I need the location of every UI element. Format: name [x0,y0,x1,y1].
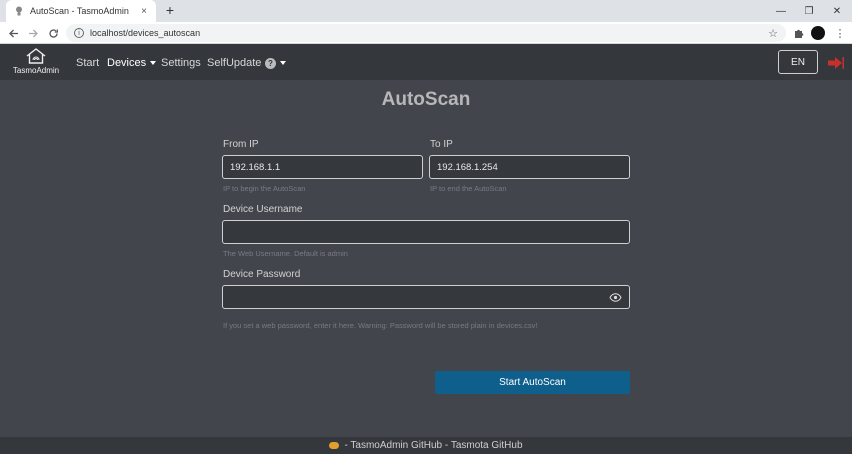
language-button[interactable]: EN [778,50,818,74]
new-tab-button[interactable]: + [162,2,178,20]
to-ip-hint: IP to end the AutoScan [430,184,507,193]
password-label: Device Password [223,269,301,280]
bookmark-star-icon[interactable]: ☆ [764,24,782,42]
url-text: localhost/devices_autoscan [90,28,201,38]
extensions-puzzle-icon[interactable] [789,24,807,42]
to-ip-label: To IP [430,139,453,150]
caret-down-icon [150,61,157,66]
browser-toolbar: i localhost/devices_autoscan ☆ ⋮ [0,22,852,44]
nav-devices-label: Devices [107,57,147,69]
reload-icon[interactable] [44,24,62,42]
username-input[interactable] [222,220,630,244]
site-info-icon[interactable]: i [74,28,84,38]
logout-icon[interactable] [828,56,844,69]
page-title: AutoScan [381,89,471,110]
to-ip-input[interactable]: 192.168.1.254 [429,155,630,179]
help-question-icon: ? [265,57,276,69]
nav-devices-dropdown[interactable]: Devices [107,57,157,69]
home-logo-icon [26,48,46,64]
browser-tab-title: AutoScan - TasmoAdmin [30,6,129,16]
nav-start[interactable]: Start [76,57,99,69]
browser-tab-bar: AutoScan - TasmoAdmin × + — ❐ ✕ [0,0,852,22]
window-minimize-button[interactable]: — [766,0,796,22]
username-label: Device Username [223,204,303,215]
from-ip-input[interactable]: 192.168.1.1 [222,155,423,179]
username-hint: The Web Username. Default is admin [223,249,348,258]
nav-help-dropdown[interactable]: ? [265,57,286,69]
app-navbar: TasmoAdmin Start Devices Settings SelfUp… [0,44,852,80]
tab-close-icon[interactable]: × [138,6,150,17]
brand-name: TasmoAdmin [12,66,60,75]
address-bar[interactable]: i localhost/devices_autoscan [66,24,786,42]
page-footer: - TasmoAdmin GitHub - Tasmota GitHub [0,437,852,454]
footer-links[interactable]: - TasmoAdmin GitHub - Tasmota GitHub [344,440,522,451]
from-ip-label: From IP [223,139,259,150]
back-arrow-icon[interactable] [4,24,22,42]
window-close-button[interactable]: ✕ [822,0,852,22]
window-maximize-button[interactable]: ❐ [794,0,824,22]
password-input[interactable] [222,285,602,309]
profile-avatar-icon[interactable] [811,26,825,40]
browser-tab[interactable]: AutoScan - TasmoAdmin × [6,0,156,22]
browser-menu-icon[interactable]: ⋮ [831,24,849,42]
toggle-password-visibility-button[interactable] [601,285,630,309]
nav-settings[interactable]: Settings [161,57,201,69]
eye-icon [608,292,622,302]
forward-arrow-icon[interactable] [24,24,42,42]
nav-selfupdate[interactable]: SelfUpdate [207,57,261,69]
brand-logo[interactable]: TasmoAdmin [10,47,62,79]
caret-down-icon [280,61,286,66]
page-favicon-icon [14,6,24,16]
password-hint: If you set a web password, enter it here… [223,321,538,330]
start-autoscan-button[interactable]: Start AutoScan [435,371,630,394]
cloud-icon [329,442,340,449]
from-ip-hint: IP to begin the AutoScan [223,184,306,193]
